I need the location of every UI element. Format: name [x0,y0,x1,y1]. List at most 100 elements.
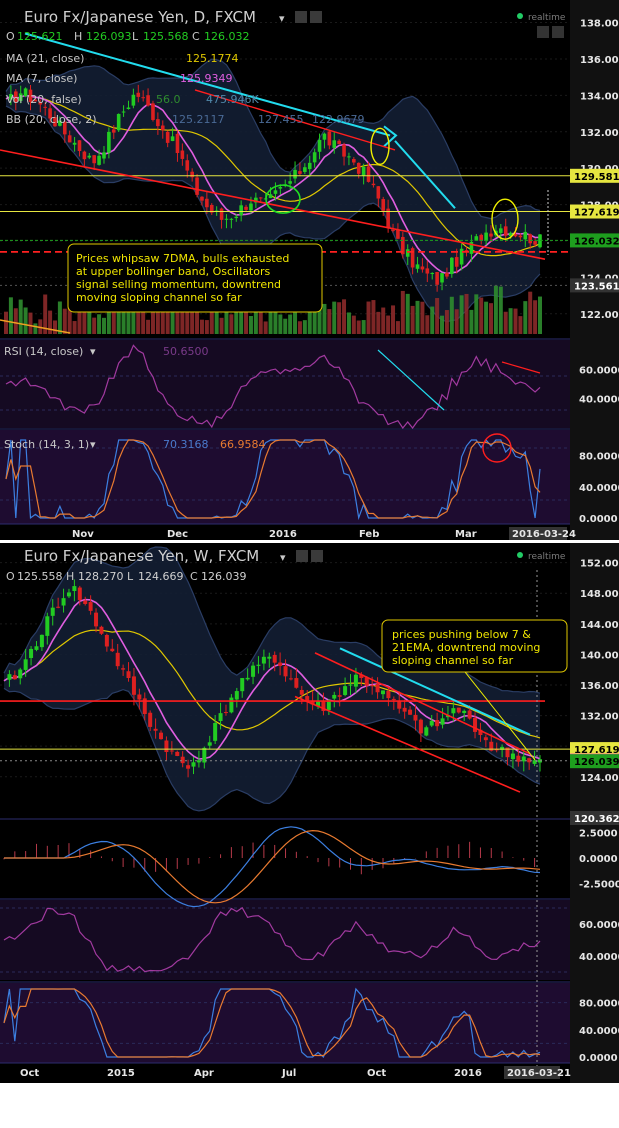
candle-body [148,712,153,727]
candle-body [467,710,472,719]
candle-body [229,218,234,220]
price-tag-label: 127.619 [574,208,619,219]
volume-bar [48,310,53,334]
ma7-label[interactable]: MA (7, close) [6,72,77,85]
help-icon[interactable] [537,26,549,38]
candle-body [267,656,272,659]
y-tick-label: 148.000 [580,589,619,600]
ohlc-c-label: C [192,30,200,43]
ohlc-o-label: O [6,30,15,43]
candle-body [191,762,196,767]
candle-body [261,656,266,664]
candle-body [391,698,396,700]
ma7-value: 125.9349 [180,72,233,85]
rsi-tick-label: 60.0000 [579,365,619,376]
candle-body [131,676,136,695]
volume-bar [302,320,307,334]
candle-body [503,226,508,236]
y-tick-label: 152.000 [580,559,619,570]
settings-icon[interactable] [296,550,308,562]
volume-bar [52,320,57,334]
candle-body [337,695,342,697]
hide-icon[interactable] [311,550,323,562]
volume-bar [248,316,253,334]
x-tick-label: Mar [455,529,477,540]
candle-body [489,233,493,237]
daily-ohlc: O 125.621 H 126.093 L 125.568 C 126.032 [6,30,250,43]
candle-body [153,728,158,731]
weekly-annotation-line: 21EMA, downtrend moving [392,641,540,654]
daily-annotation-line: Prices whipsaw 7DMA, bulls exhausted [76,252,289,265]
candle-body [415,264,420,269]
x-tick-label: Nov [72,529,94,540]
ohlc-open: 125.558 [17,570,63,583]
candle-body [381,199,386,211]
hide-icon[interactable] [310,11,322,23]
weekly-title[interactable]: Euro Fx/Japanese Yen, W, FXCM [24,547,259,565]
ohlc-high: 128.270 [78,570,124,583]
candle-body [175,133,180,154]
volume-bar [146,319,151,334]
stoch-label[interactable]: Stoch (14, 3, 1) [4,438,89,451]
daily-rsi-panel [0,340,570,428]
volume-bar [23,307,28,334]
bb-label[interactable]: BB (20, close, 2) [6,113,97,126]
candle-body [456,707,461,713]
candle-body [205,198,209,208]
volume-bar [204,320,209,334]
settings-icon[interactable] [295,11,307,23]
candle-body [29,648,34,658]
candle-body [87,155,92,158]
candle-body [484,232,488,241]
volume-bar [278,314,283,334]
candle-body [322,133,327,140]
vol-value: 56.0 [156,93,181,106]
candle-body [234,691,239,700]
volume-bar [469,309,474,334]
volume-bar [410,305,415,334]
candle-body [272,654,277,663]
volume-bar [513,308,518,334]
volume-bar [381,307,386,334]
ma21-label[interactable]: MA (21, close) [6,52,84,65]
chevron-down-icon[interactable]: ▾ [90,438,96,451]
volume-bar [523,301,528,334]
volume-bar [101,317,106,334]
y-tick-label: 144.000 [580,620,619,631]
y-tick-label: 132.000 [580,712,619,723]
candle-body [430,272,435,275]
macd-tick-label: -2.5000 [579,880,619,891]
chevron-down-icon[interactable]: ▾ [279,12,285,25]
candle-body [94,612,99,627]
ohlc-high: 126.093 [86,30,132,43]
chevron-down-icon[interactable]: ▾ [90,345,96,358]
candle-body [523,231,528,240]
candle-body [141,97,145,99]
candle-body [366,166,371,182]
volume-bar [195,309,200,334]
volume-bar [444,310,449,334]
candle-body [34,646,39,650]
candle-body [303,167,307,172]
x-tick-label: Jul [281,1068,296,1079]
y-tick-label: 124.000 [580,773,619,784]
close-icon[interactable] [552,26,564,38]
rsi-label[interactable]: RSI (14, close) [4,345,83,358]
volume-bar [92,317,97,334]
candle-body [273,190,278,194]
volume-bar [57,301,62,334]
x-tick-label: Apr [194,1068,214,1079]
candle-body [160,125,165,131]
volume-bar [18,299,23,334]
candle-body [413,714,418,721]
daily-title[interactable]: Euro Fx/Japanese Yen, D, FXCM [24,8,256,26]
x-tick-label: 2016 [454,1068,482,1079]
volume-bar [479,297,484,334]
vol-label[interactable]: Vol (20, false) [6,93,82,106]
candle-body [104,634,109,647]
y-tick-label: 138.000 [580,19,619,30]
volume-bar [508,308,513,334]
volume-bar [371,300,376,334]
chevron-down-icon[interactable]: ▾ [280,551,286,564]
volume-bar [484,301,489,334]
